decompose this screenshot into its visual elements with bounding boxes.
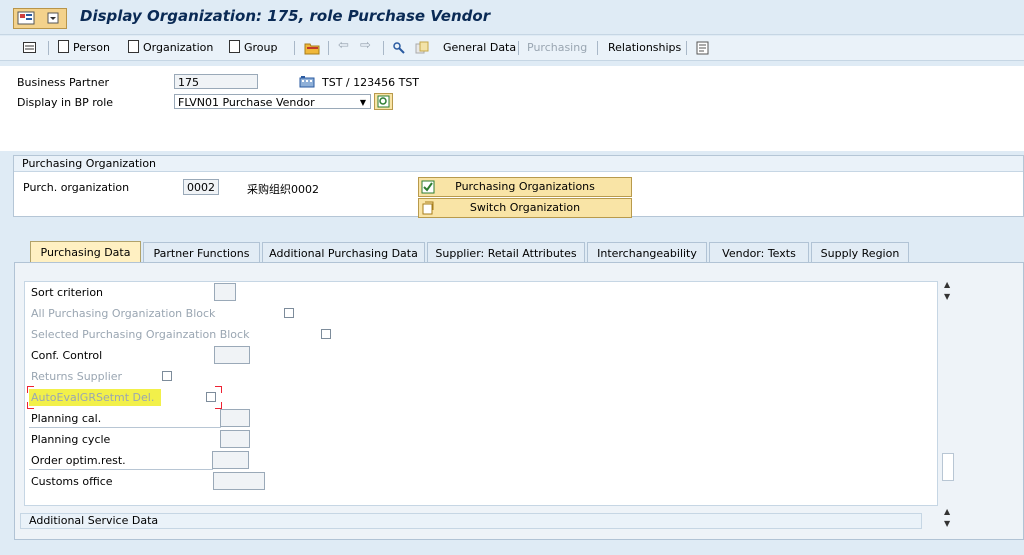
order-optim-rest-label: Order optim.rest.: [31, 454, 126, 467]
order-optim-rest-field[interactable]: [212, 451, 249, 469]
tab-panel: [14, 262, 1024, 540]
scroll-thumb[interactable]: [942, 453, 954, 481]
display-change-icon[interactable]: [23, 42, 36, 53]
returns-supplier-label: Returns Supplier: [31, 370, 123, 383]
person-button[interactable]: Person: [58, 40, 110, 56]
organization-building-icon: [299, 76, 315, 88]
focus-corner: [215, 402, 222, 409]
all-purch-org-block-label: All Purchasing Organization Block: [31, 307, 216, 320]
tab-interchangeability[interactable]: Interchangeability: [587, 242, 707, 264]
chevron-down-icon: ▼: [359, 98, 366, 107]
display-icon: [377, 95, 390, 108]
menu-dropdown-icon[interactable]: [44, 11, 62, 25]
customs-office-label: Customs office: [31, 475, 113, 488]
selected-purch-org-block-label: Selected Purchasing Orgainzation Block: [31, 328, 250, 341]
field-underline: [29, 469, 213, 470]
group-title: Purchasing Organization: [14, 156, 1023, 172]
application-toolbar: Person Organization Group ⇦ ⇨ General Da…: [0, 36, 1024, 61]
business-partner-description: TST / 123456 TST: [322, 76, 420, 89]
organization-button[interactable]: Organization: [128, 40, 213, 56]
vertical-scrollbar[interactable]: ▲ ▼: [941, 280, 955, 503]
general-data-button[interactable]: General Data: [443, 40, 516, 56]
scroll-down-icon[interactable]: ▼: [944, 519, 950, 528]
switch-role-button[interactable]: [374, 93, 393, 110]
field-underline: [29, 427, 221, 428]
additional-service-data-group[interactable]: Additional Service Data: [20, 513, 922, 529]
relationships-button[interactable]: Relationships: [608, 40, 681, 56]
tab-supply-region[interactable]: Supply Region: [811, 242, 909, 264]
tab-additional-purchasing-data[interactable]: Additional Purchasing Data: [262, 242, 425, 264]
where-used-icon[interactable]: [392, 41, 408, 55]
transaction-icon[interactable]: [17, 11, 35, 25]
purch-org-label: Purch. organization: [23, 181, 130, 194]
tab-supplier-retail-attributes[interactable]: Supplier: Retail Attributes: [427, 242, 585, 264]
purchasing-button[interactable]: Purchasing: [527, 40, 587, 56]
document-icon: [229, 40, 240, 53]
business-partner-label: Business Partner: [17, 76, 109, 89]
focus-corner: [215, 386, 222, 393]
business-partner-field[interactable]: 175: [174, 74, 258, 89]
sort-criterion-label: Sort criterion: [31, 286, 104, 299]
planning-cycle-field[interactable]: [220, 430, 250, 448]
scroll-up-icon[interactable]: ▲: [944, 280, 950, 289]
bp-role-label: Display in BP role: [17, 96, 114, 109]
title-bar: Display Organization: 175, role Purchase…: [0, 0, 1024, 35]
scroll-down-icon[interactable]: ▼: [944, 292, 950, 301]
autoeval-gr-setmt-checkbox[interactable]: [206, 392, 216, 402]
tab-partner-functions[interactable]: Partner Functions: [143, 242, 260, 264]
previous-arrow-icon[interactable]: ⇦: [338, 38, 349, 54]
planning-cal-field[interactable]: [220, 409, 250, 427]
group-button[interactable]: Group: [229, 40, 278, 56]
sort-criterion-field[interactable]: [214, 283, 236, 301]
customs-office-field[interactable]: [213, 472, 265, 490]
all-purch-org-block-checkbox[interactable]: [284, 308, 294, 318]
switch-document-icon: [422, 201, 434, 215]
autoeval-gr-setmt-label: AutoEvalGRSetmt Del.: [31, 391, 155, 404]
title-icon-group[interactable]: [13, 8, 67, 29]
checkmark-icon: [421, 180, 435, 194]
header-section: [0, 66, 1024, 151]
planning-cycle-label: Planning cycle: [31, 433, 111, 446]
open-folder-icon[interactable]: [304, 41, 320, 55]
bp-role-dropdown[interactable]: FLVN01 Purchase Vendor ▼: [174, 94, 371, 109]
purchasing-organizations-button[interactable]: Purchasing Organizations: [418, 177, 632, 197]
document-icon: [58, 40, 69, 53]
selected-purch-org-block-checkbox[interactable]: [321, 329, 331, 339]
conf-control-label: Conf. Control: [31, 349, 103, 362]
next-arrow-icon[interactable]: ⇨: [360, 38, 371, 54]
switch-organization-button[interactable]: Switch Organization: [418, 198, 632, 218]
planning-cal-label: Planning cal.: [31, 412, 102, 425]
secondary-scrollbar[interactable]: ▲ ▼: [941, 507, 955, 533]
tab-vendor-texts[interactable]: Vendor: Texts: [709, 242, 809, 264]
scroll-up-icon[interactable]: ▲: [944, 507, 950, 516]
returns-supplier-checkbox[interactable]: [162, 371, 172, 381]
purch-org-field[interactable]: 0002: [183, 179, 219, 195]
page-title: Display Organization: 175, role Purchase…: [80, 7, 491, 25]
clone-icon[interactable]: [414, 41, 430, 55]
conf-control-field[interactable]: [214, 346, 250, 364]
relationship-overview-icon[interactable]: [695, 41, 711, 55]
bp-role-value: FLVN01 Purchase Vendor: [178, 96, 315, 109]
purch-org-description: 采购组织0002: [247, 183, 319, 196]
document-icon: [128, 40, 139, 53]
